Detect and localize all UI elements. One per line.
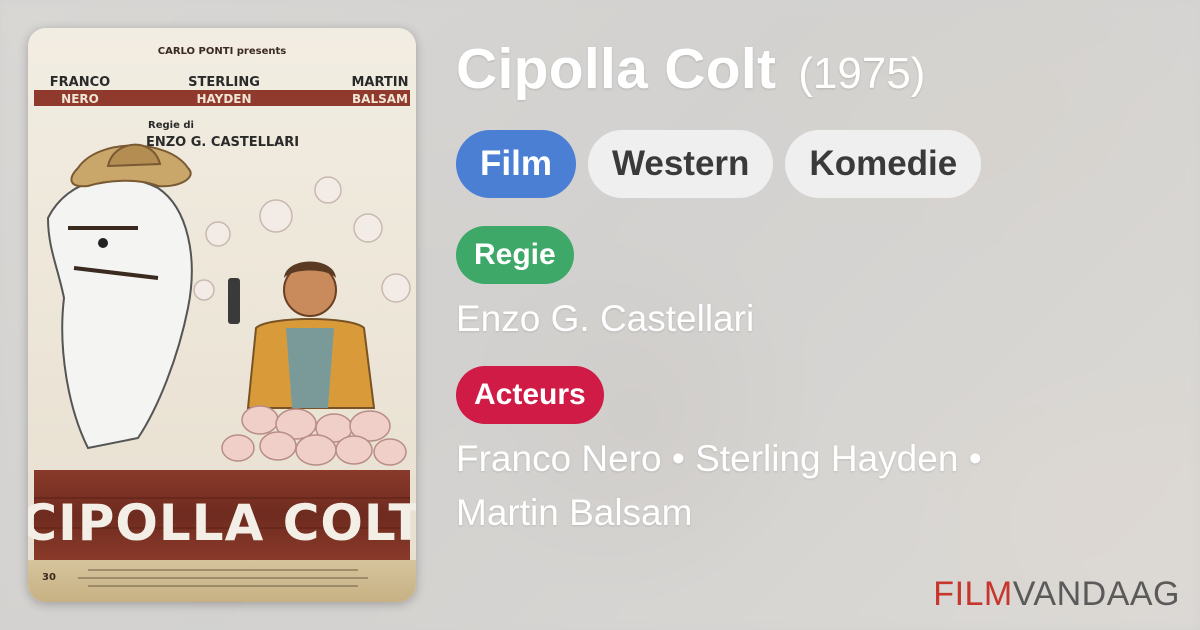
poster-regie-small: Regie di (148, 120, 194, 131)
title-row: Cipolla Colt (1975) (456, 36, 1176, 116)
logo-part-vandaag: VANDAAG (1012, 575, 1180, 613)
movie-info: Cipolla Colt (1975) Film Western Komedie… (456, 36, 1176, 540)
poster-corner-number: 30 (42, 572, 56, 583)
movie-title: Cipolla Colt (456, 37, 777, 101)
genre-list: Film Western Komedie (456, 130, 1176, 198)
poster-big-title: CIPOLLA COLT (28, 494, 416, 552)
poster-cast-3-first: MARTIN (351, 75, 408, 90)
acteurs-badge: Acteurs (456, 366, 604, 424)
genre-chip-western[interactable]: Western (587, 130, 774, 198)
regie-badge: Regie (456, 226, 574, 284)
poster-director: ENZO G. CASTELLARI (146, 135, 299, 150)
poster-cast-1-last: NERO (61, 92, 99, 106)
actor-separator: • (661, 438, 696, 479)
movie-poster: CARLO PONTI presents FRANCO STERLING MAR… (28, 28, 416, 602)
genre-chip-komedie[interactable]: Komedie (785, 130, 982, 198)
poster-producer-line: CARLO PONTI presents (158, 46, 287, 57)
director-section: Regie Enzo G. Castellari (456, 198, 1176, 346)
actor-name: Martin Balsam (456, 492, 693, 533)
logo-part-film: FILM (933, 575, 1013, 613)
actor-name: Franco Nero (456, 438, 662, 479)
filmvandaag-logo[interactable]: FILMVANDAAG (933, 575, 1180, 614)
actors-section: Acteurs Franco Nero • Sterling Hayden • … (456, 346, 1176, 540)
poster-cast-3-last: BALSAM (352, 92, 408, 106)
poster-cast-2-last: HAYDEN (196, 92, 251, 106)
actor-name: Sterling Hayden (695, 438, 959, 479)
movie-year: (1975) (798, 49, 926, 98)
director-name: Enzo G. Castellari (456, 298, 755, 339)
actors-list: Franco Nero • Sterling Hayden • Martin B… (456, 432, 1096, 540)
actor-separator: • (958, 438, 992, 479)
poster-cast-2-first: STERLING (188, 75, 260, 90)
genre-chip-film[interactable]: Film (456, 130, 576, 198)
poster-cast-1-first: FRANCO (50, 75, 110, 90)
